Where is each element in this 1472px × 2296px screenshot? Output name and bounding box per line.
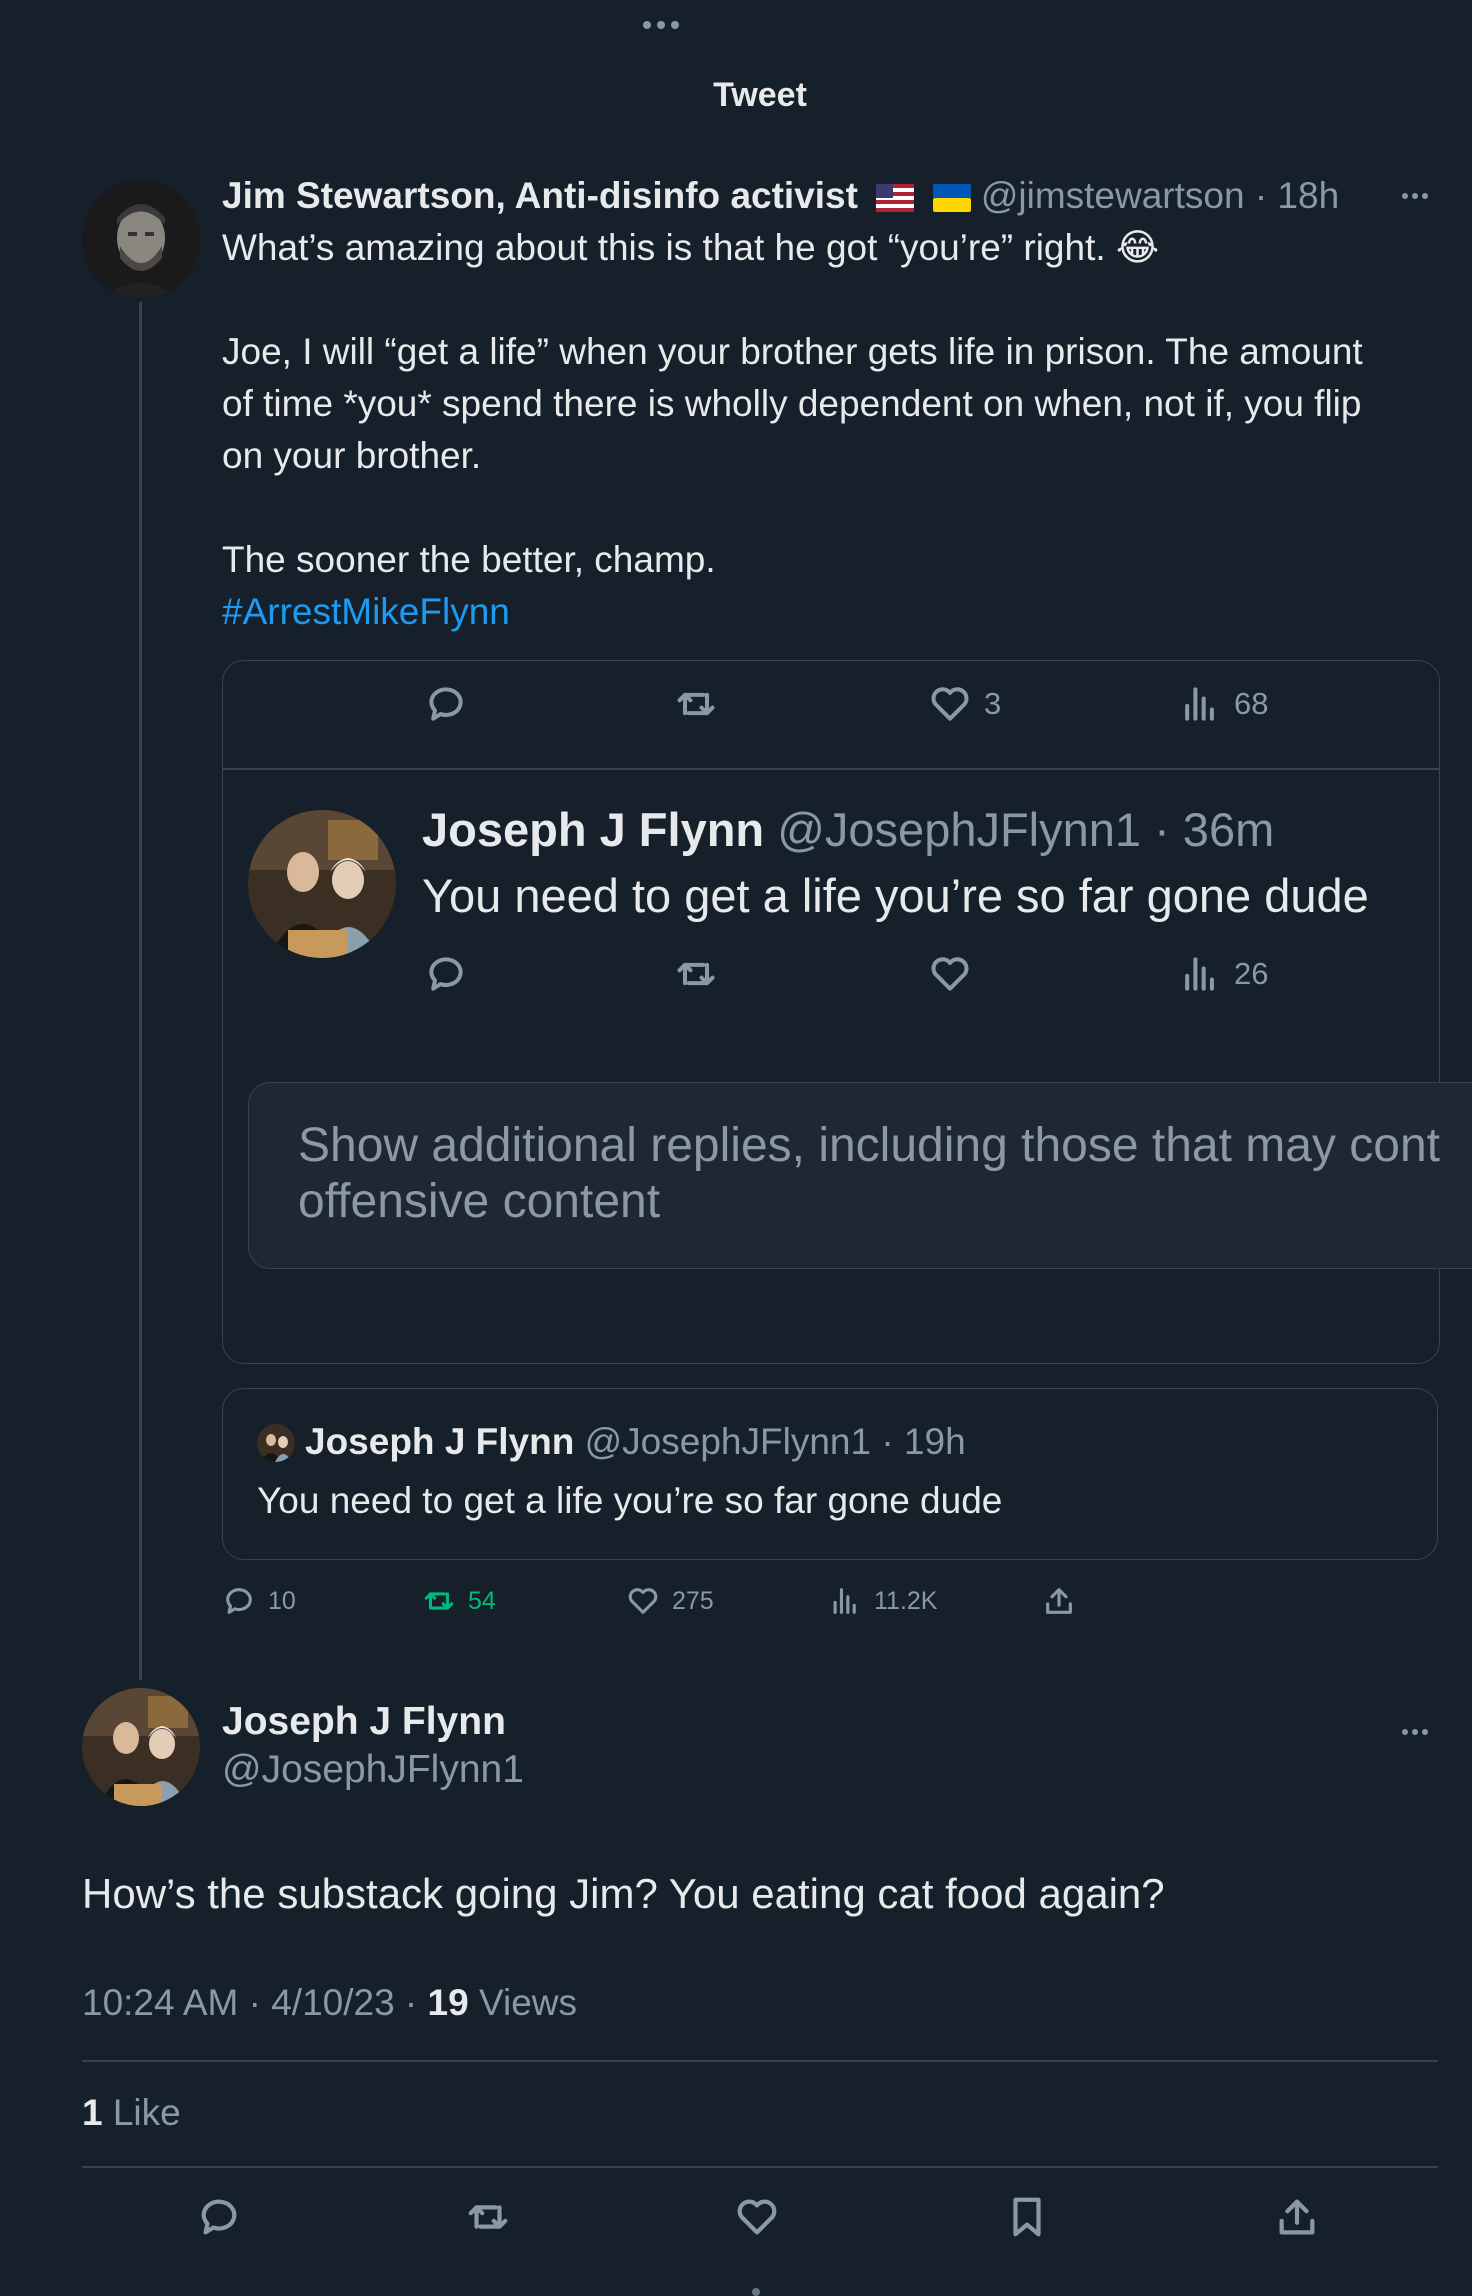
additional-replies-line: offensive content — [298, 1175, 661, 1228]
reply-button[interactable] — [424, 952, 468, 996]
main-author-name[interactable]: Joseph J Flynn — [222, 1700, 506, 1744]
bookmark-button[interactable] — [1004, 2194, 1050, 2240]
likes-summary[interactable]: 1 Like — [82, 2092, 181, 2134]
tweet-text-line: of time *you* spend there is wholly depe… — [222, 383, 1362, 424]
avatar-flynn[interactable] — [248, 810, 396, 958]
more-options-icon[interactable] — [1400, 186, 1430, 204]
more-options-icon[interactable] — [640, 16, 688, 32]
like-count: 3 — [984, 686, 1002, 721]
page-title: Tweet — [713, 76, 807, 114]
likes-count: 1 — [82, 2092, 103, 2133]
reply-handle-time[interactable]: @JosephJFlynn1 · 36m — [777, 803, 1274, 856]
views-button[interactable]: 11.2K — [828, 1584, 937, 1618]
tweet-text-line: What’s amazing about this is that he got… — [222, 227, 1160, 268]
more-options-icon[interactable] — [1400, 1722, 1430, 1740]
retweet-button[interactable] — [674, 682, 718, 726]
reply-header: Joseph J Flynn @JosephJFlynn1 · 36m — [422, 802, 1274, 857]
views-count: 11.2K — [874, 1586, 938, 1615]
tweet-text-line: on your brother. — [222, 435, 482, 476]
reply-button[interactable] — [196, 2194, 242, 2240]
like-button[interactable] — [734, 2194, 780, 2240]
heart-icon — [931, 687, 969, 721]
show-additional-replies-label[interactable]: Show additional replies, including those… — [298, 1118, 1472, 1230]
reply-count: 10 — [268, 1586, 296, 1615]
jim-tweet-body: What’s amazing about this is that he got… — [222, 222, 1442, 638]
retweet-icon — [468, 2205, 508, 2229]
reply-icon — [429, 957, 463, 991]
reply-icon — [429, 687, 463, 721]
thread-connector-line — [139, 302, 142, 1680]
reply-text: You need to get a life you’re so far gon… — [422, 869, 1369, 922]
retweet-count: 54 — [468, 1586, 496, 1615]
views-icon — [1185, 957, 1214, 991]
hashtag-link[interactable]: #ArrestMikeFlynn — [222, 586, 1442, 638]
retweet-button[interactable] — [465, 2194, 511, 2240]
main-author-handle[interactable]: @JosephJFlynn1 — [222, 1748, 524, 1792]
home-indicator — [752, 2288, 760, 2296]
reply-author-name[interactable]: Joseph J Flynn — [422, 803, 764, 856]
card-divider — [222, 768, 1440, 770]
share-icon — [1046, 1588, 1072, 1614]
like-button[interactable]: 3 — [928, 682, 1001, 726]
quoted-tweet-card[interactable] — [222, 1388, 1438, 1560]
author-name[interactable]: Jim Stewartson, Anti-disinfo activist — [222, 175, 858, 216]
ukraine-flag-icon — [932, 184, 971, 213]
views-count: 26 — [1234, 956, 1269, 991]
quoted-tweet-text: You need to get a life you’re so far gon… — [257, 1480, 1003, 1521]
heart-icon — [737, 2199, 777, 2235]
divider — [82, 2060, 1438, 2062]
avatar-jim[interactable] — [82, 180, 200, 298]
retweet-icon — [424, 1592, 454, 1610]
views-count: 68 — [1234, 686, 1269, 721]
like-button[interactable]: 275 — [626, 1584, 714, 1618]
share-button[interactable] — [1042, 1584, 1076, 1618]
retweet-button[interactable] — [674, 952, 718, 996]
views-count: 19 — [427, 1982, 469, 2023]
additional-replies-line: Show additional replies, including those… — [298, 1119, 1441, 1172]
tweet-time-date[interactable]: 10:24 AM · 4/10/23 · — [82, 1982, 428, 2023]
retweet-button[interactable]: 54 — [422, 1584, 496, 1618]
tweet-metadata: 10:24 AM · 4/10/23 · 19 Views — [82, 1982, 577, 2024]
retweet-icon — [677, 692, 715, 716]
tweet-text-line: The sooner the better, champ. — [222, 539, 716, 580]
like-button[interactable] — [928, 952, 972, 996]
views-label: Views — [468, 1982, 578, 2023]
tweet-text-line: Joe, I will “get a life” when your broth… — [222, 331, 1363, 372]
views-icon — [1185, 687, 1214, 721]
views-icon — [833, 1588, 856, 1614]
divider — [82, 2166, 1438, 2168]
likes-label: Like — [102, 2092, 181, 2133]
jim-tweet-header: Jim Stewartson, Anti-disinfo activist @j… — [222, 175, 1339, 217]
share-icon — [1279, 2199, 1315, 2235]
like-count: 275 — [672, 1586, 714, 1615]
reply-button[interactable]: 10 — [222, 1584, 296, 1618]
author-handle-time[interactable]: @jimstewartson · 18h — [981, 175, 1339, 216]
quoted-author-name: Joseph J Flynn — [305, 1421, 575, 1462]
quoted-tweet-header: Joseph J Flynn @JosephJFlynn1 · 19h — [305, 1421, 966, 1463]
reply-icon — [226, 1588, 252, 1614]
avatar-flynn[interactable] — [82, 1688, 200, 1806]
reply-icon — [201, 2199, 237, 2235]
share-button[interactable] — [1274, 2194, 1320, 2240]
retweet-icon — [677, 962, 715, 986]
heart-icon — [628, 1588, 658, 1614]
heart-icon — [931, 957, 969, 991]
avatar-flynn — [257, 1424, 295, 1462]
main-tweet-text: How’s the substack going Jim? You eating… — [82, 1870, 1165, 1917]
reply-button[interactable] — [424, 682, 468, 726]
views-button[interactable]: 68 — [1178, 682, 1268, 726]
views-button[interactable]: 26 — [1178, 952, 1268, 996]
bookmark-icon — [1013, 2197, 1041, 2237]
quoted-handle-time: @JosephJFlynn1 · 19h — [584, 1421, 966, 1462]
us-flag-icon — [876, 184, 915, 213]
